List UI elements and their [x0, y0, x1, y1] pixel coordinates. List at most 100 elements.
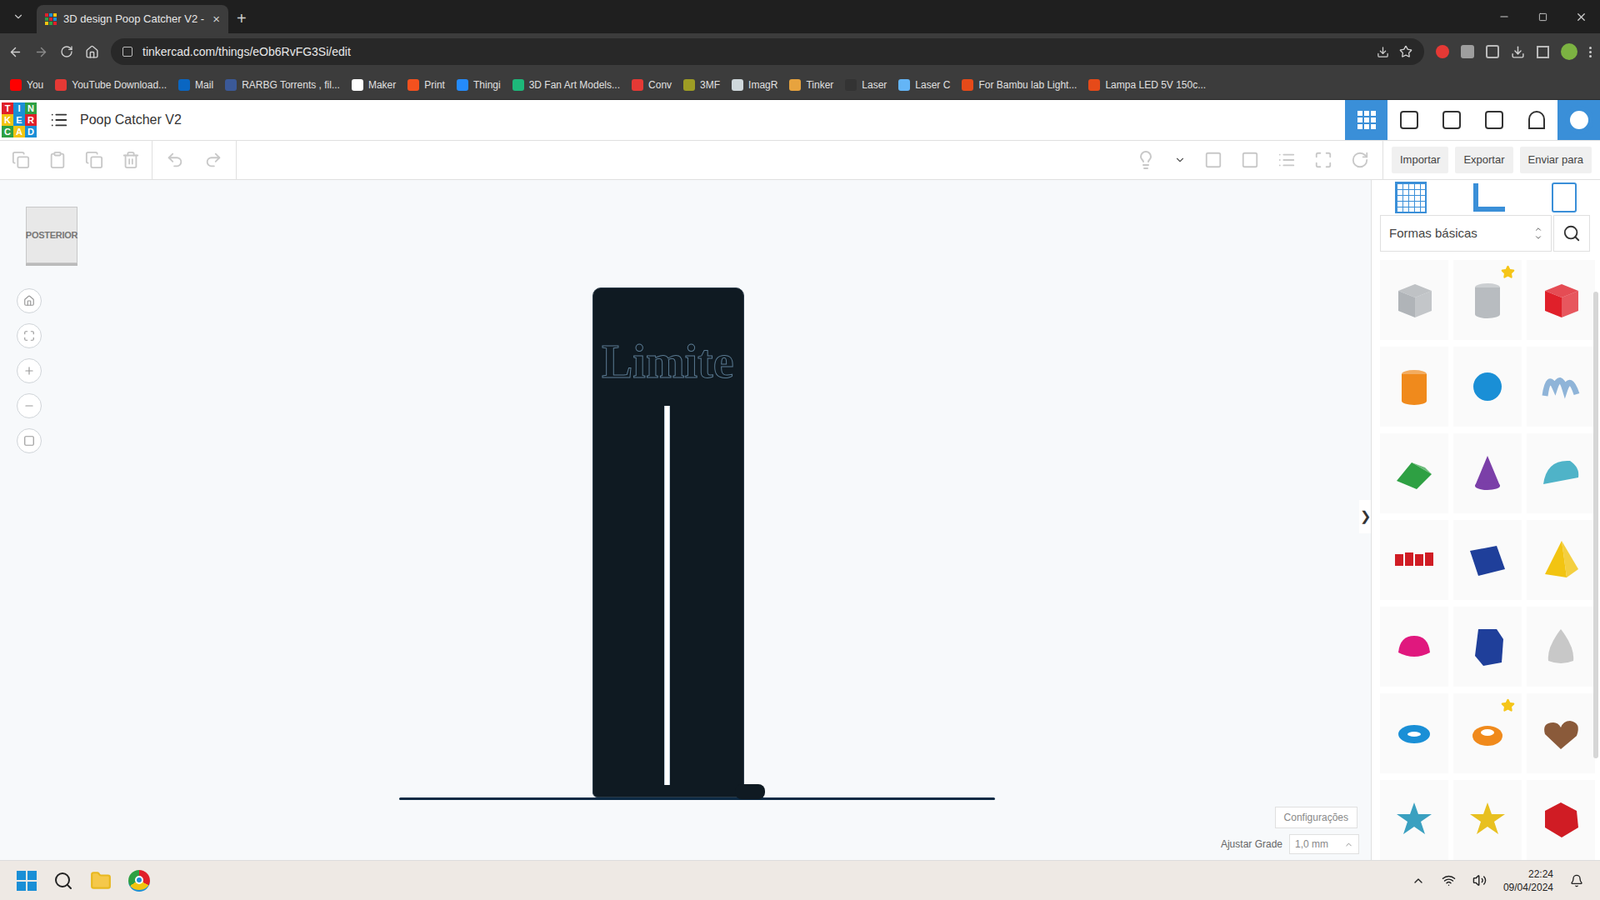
- panel-collapse-button[interactable]: ❯: [1359, 500, 1371, 534]
- bookmark[interactable]: Lampa LED 5V 150c...: [1088, 77, 1206, 93]
- shape-tile[interactable]: [1526, 433, 1595, 514]
- volume-icon[interactable]: [1472, 873, 1487, 888]
- model-object[interactable]: Limite: [592, 287, 745, 798]
- view-control-button[interactable]: [16, 393, 42, 419]
- tab-close-button[interactable]: ×: [212, 10, 220, 30]
- tinkercad-logo[interactable]: TINKERCAD: [1, 102, 39, 138]
- paste-icon[interactable]: [48, 150, 67, 170]
- shape-tile[interactable]: [1526, 520, 1595, 600]
- shape-tile[interactable]: [1526, 346, 1595, 427]
- site-info-icon[interactable]: [122, 46, 133, 57]
- network-icon[interactable]: [1441, 873, 1456, 888]
- maximize-button[interactable]: [1523, 12, 1562, 22]
- group-icon[interactable]: [1204, 150, 1223, 170]
- toolbar-button[interactable]: Importar: [1391, 146, 1449, 174]
- header-tab[interactable]: [1387, 100, 1430, 140]
- align-icon[interactable]: [1277, 150, 1296, 170]
- category-select[interactable]: Formas básicas: [1380, 215, 1552, 252]
- ruler-icon[interactable]: [1473, 183, 1505, 212]
- bookmark[interactable]: Laser C: [898, 77, 950, 93]
- shape-tile[interactable]: [1526, 260, 1595, 340]
- bookmark[interactable]: Mail: [178, 77, 214, 93]
- shape-tile[interactable]: [1380, 260, 1449, 340]
- shape-tile[interactable]: [1453, 346, 1522, 427]
- shape-tile[interactable]: [1453, 693, 1522, 774]
- start-icon[interactable]: [16, 870, 37, 891]
- forward-icon[interactable]: [34, 45, 49, 60]
- bookmark[interactable]: YouTube Download...: [55, 77, 167, 93]
- shape-search-button[interactable]: [1553, 215, 1590, 252]
- delete-icon[interactable]: [121, 150, 140, 170]
- grid-select[interactable]: 1,0 mm: [1289, 834, 1360, 855]
- duplicate-icon[interactable]: [85, 150, 104, 170]
- view-control-button[interactable]: [16, 323, 42, 349]
- bookmark[interactable]: Print: [407, 77, 445, 93]
- header-tab[interactable]: [1430, 100, 1473, 140]
- downloads-icon[interactable]: [1510, 45, 1525, 60]
- header-tab[interactable]: [1345, 100, 1388, 140]
- shape-tile[interactable]: [1453, 520, 1522, 600]
- menu-icon[interactable]: [1589, 46, 1592, 58]
- bookmark[interactable]: 3D Fan Art Models...: [512, 77, 620, 93]
- bookmark-star-icon[interactable]: [1399, 45, 1413, 59]
- view-control-button[interactable]: [16, 358, 42, 384]
- shape-tile[interactable]: [1526, 606, 1595, 687]
- undo-icon[interactable]: [165, 150, 185, 170]
- bookmark[interactable]: 3MF: [683, 77, 720, 93]
- workplane-icon[interactable]: [1395, 181, 1427, 214]
- shape-tile[interactable]: [1453, 260, 1522, 340]
- design-list-icon[interactable]: [50, 110, 69, 130]
- tab-menu-button[interactable]: [6, 5, 30, 29]
- taskbar-search-icon[interactable]: [53, 870, 74, 891]
- bookmark[interactable]: Laser: [845, 77, 887, 93]
- profile-icon[interactable]: [1560, 43, 1578, 60]
- shape-tile[interactable]: [1380, 693, 1449, 774]
- invite-button[interactable]: [1515, 100, 1558, 140]
- toolbar-button[interactable]: Exportar: [1455, 146, 1513, 174]
- install-icon[interactable]: [1376, 45, 1390, 59]
- shape-tile[interactable]: [1380, 346, 1449, 427]
- tray-expand-icon[interactable]: [1411, 874, 1425, 888]
- back-icon[interactable]: [8, 45, 23, 60]
- notes-icon[interactable]: [1551, 182, 1577, 213]
- view-cube[interactable]: POSTERIOR: [25, 206, 78, 264]
- shape-tile[interactable]: [1453, 780, 1522, 860]
- close-window-button[interactable]: [1561, 10, 1600, 24]
- view-control-button[interactable]: [16, 428, 42, 454]
- bookmark[interactable]: For Bambu lab Light...: [961, 77, 1077, 93]
- avatar-button[interactable]: [1557, 100, 1600, 140]
- panel-scrollbar[interactable]: [1593, 291, 1599, 759]
- clock[interactable]: 22:2409/04/2024: [1503, 867, 1554, 895]
- home-icon[interactable]: [85, 45, 100, 60]
- notification-icon[interactable]: [1570, 874, 1584, 888]
- cruise-icon[interactable]: [1350, 150, 1370, 170]
- view-control-button[interactable]: [16, 288, 42, 314]
- bookmark[interactable]: You: [10, 77, 44, 93]
- puzzle-icon[interactable]: [1485, 45, 1500, 59]
- header-tab[interactable]: [1472, 100, 1515, 140]
- shape-tile[interactable]: [1380, 520, 1449, 600]
- bookmark[interactable]: Tinker: [789, 77, 834, 93]
- shape-tile[interactable]: [1453, 606, 1522, 687]
- explorer-icon[interactable]: [90, 870, 112, 892]
- browser-tab[interactable]: 3D design Poop Catcher V2 - Ti×: [36, 5, 229, 34]
- shape-tile[interactable]: [1380, 780, 1449, 860]
- chrome-icon[interactable]: [128, 870, 150, 892]
- bookmark[interactable]: Maker: [351, 77, 396, 93]
- extension-icon[interactable]: [1460, 45, 1475, 59]
- light-dropdown-icon[interactable]: [1174, 154, 1186, 166]
- bookmark[interactable]: Thingi: [456, 77, 501, 93]
- light-icon[interactable]: [1135, 150, 1156, 170]
- bookmark[interactable]: ImagR: [731, 77, 778, 93]
- reload-icon[interactable]: [60, 45, 74, 59]
- shape-tile[interactable]: [1380, 433, 1449, 514]
- settings-button[interactable]: Configurações: [1275, 806, 1358, 829]
- address-field[interactable]: tinkercad.com/things/eOb6RvFG3Si/edit: [110, 38, 1425, 65]
- bookmark[interactable]: Conv: [631, 77, 672, 93]
- mirror-icon[interactable]: [1314, 150, 1333, 170]
- workplane-canvas[interactable]: POSTERIORLimiteConfiguraçõesAjustar Grad…: [0, 180, 1371, 860]
- toolbar-button[interactable]: Enviar para: [1520, 146, 1592, 174]
- design-title[interactable]: Poop Catcher V2: [80, 110, 182, 130]
- shape-tile[interactable]: [1453, 433, 1522, 514]
- ungroup-icon[interactable]: [1240, 150, 1260, 170]
